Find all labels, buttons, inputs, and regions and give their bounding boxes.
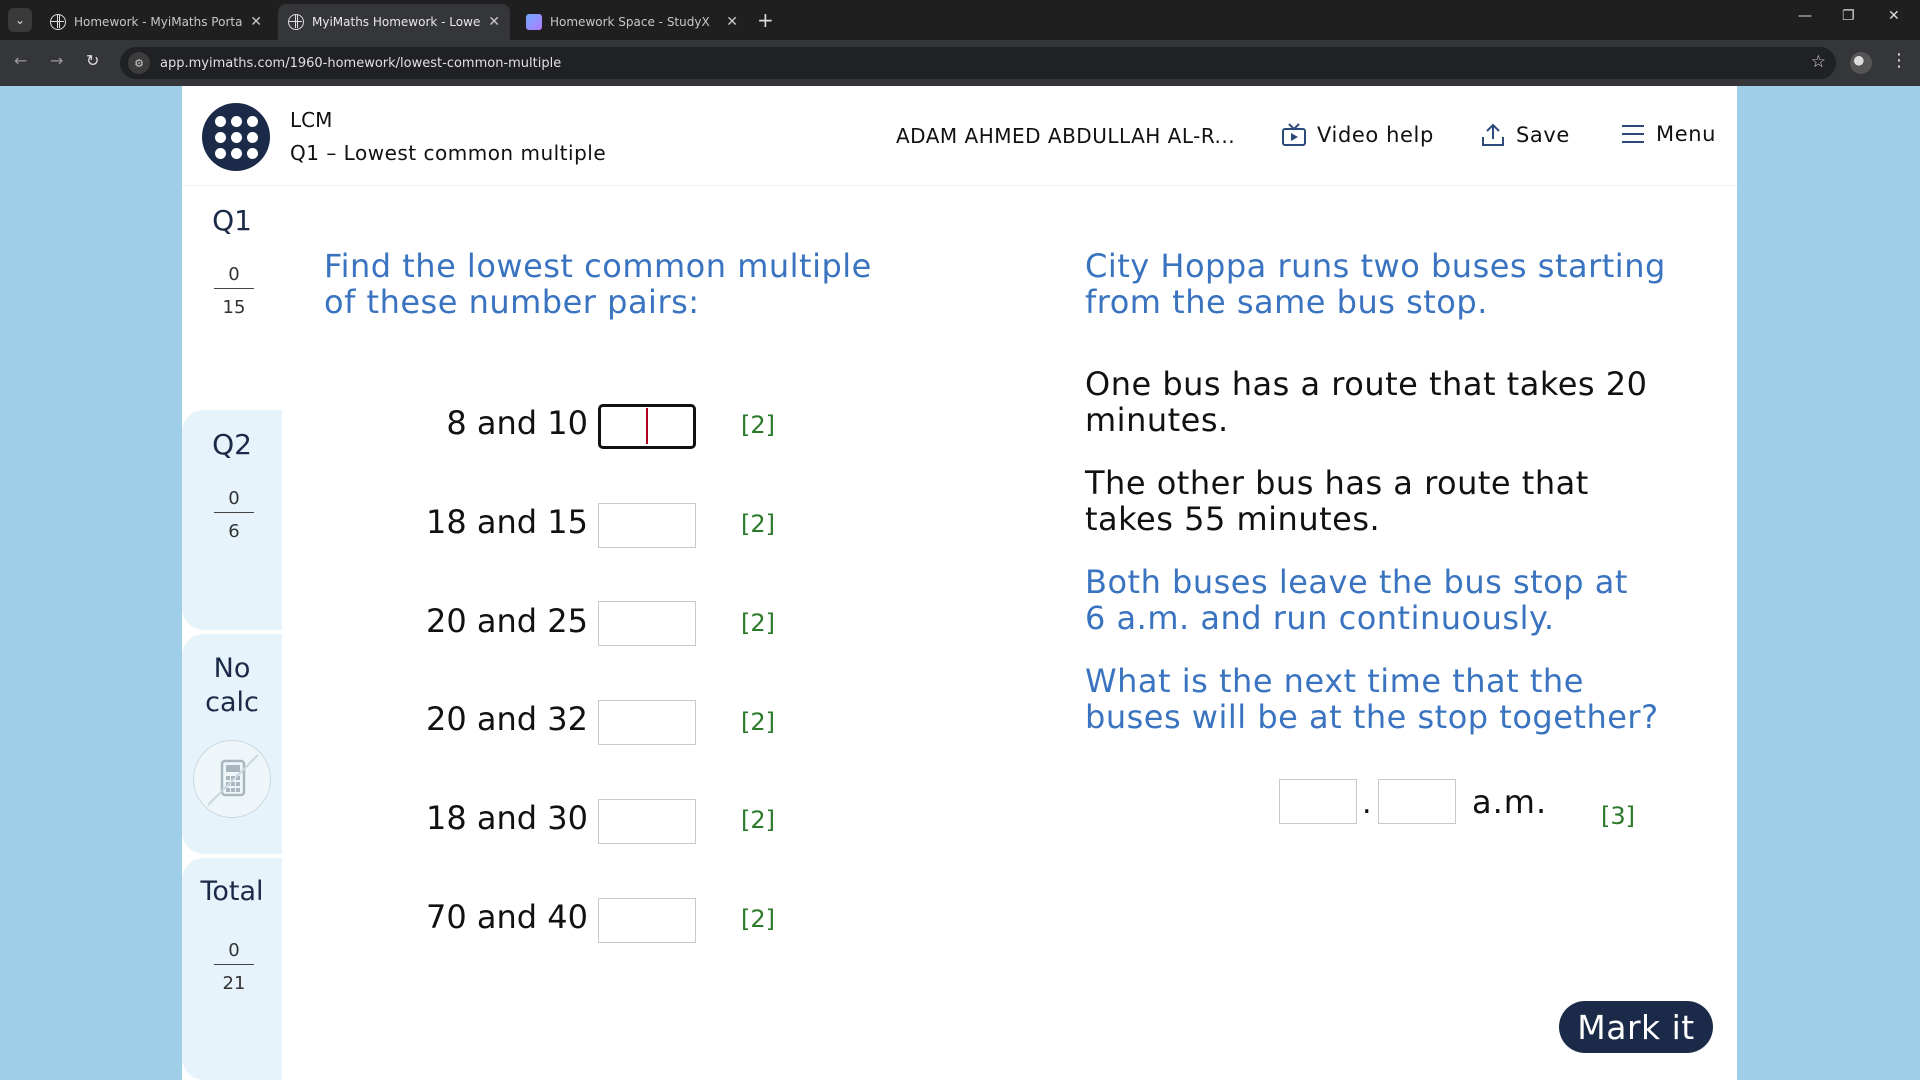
marks-label-2: [2] (741, 510, 775, 538)
topic-title: LCM (290, 108, 333, 132)
bookmark-star-icon[interactable]: ☆ (1811, 52, 1826, 72)
no-calc-label: No calc (205, 653, 259, 718)
question-title: Q1 – Lowest common multiple (290, 141, 607, 165)
user-name: ADAM AHMED ABDULLAH AL-R... (896, 124, 1236, 148)
sidebar-total-card: Total 0 21 (182, 858, 282, 1080)
close-tab-icon[interactable]: ✕ (488, 14, 500, 30)
browser-toolbar: ← → ↻ ⚙ app.myimaths.com/1960-homework/l… (0, 40, 1920, 86)
route-2-text: The other bus has a route that takes 55 … (1085, 464, 1589, 538)
marks-label-5: [2] (741, 806, 775, 834)
answer-input-2[interactable] (598, 503, 696, 548)
site-info-icon[interactable]: ⚙ (128, 52, 150, 74)
q1-score: 0 15 (214, 264, 254, 318)
answer-input-6[interactable] (598, 898, 696, 943)
sidebar-q2-label: Q2 (212, 428, 252, 461)
browser-tab-myimaths-homework[interactable]: MyiMaths Homework - Lowest ✕ (278, 4, 510, 40)
q2-question: What is the next time that the buses wil… (1085, 662, 1659, 736)
q2-score: 0 6 (214, 488, 254, 542)
close-tab-icon[interactable]: ✕ (726, 14, 738, 30)
pair-label-3: 20 and 25 (426, 602, 588, 640)
myimaths-logo[interactable] (202, 103, 270, 171)
no-calculator-card: No calc (182, 634, 282, 854)
sidebar-q1-label: Q1 (212, 204, 252, 237)
address-bar[interactable]: ⚙ app.myimaths.com/1960-homework/lowest-… (120, 47, 1836, 79)
homework-page: LCM Q1 – Lowest common multiple ADAM AHM… (182, 86, 1737, 1080)
am-suffix: a.m. (1472, 783, 1548, 821)
close-tab-icon[interactable]: ✕ (250, 14, 262, 30)
browser-menu-icon[interactable]: ⋮ (1890, 50, 1908, 71)
sidebar-q2-card[interactable]: Q2 0 6 (182, 410, 282, 630)
route-1-text: One bus has a route that takes 20 minute… (1085, 365, 1648, 439)
browser-tab-bar: ⌄ Homework - MyiMaths Portal ✕ MyiMaths … (0, 0, 1920, 40)
restore-icon[interactable]: ❐ (1842, 8, 1855, 24)
text-cursor (646, 408, 648, 444)
q2-marks-label: [3] (1601, 802, 1635, 830)
hamburger-icon (1622, 125, 1644, 143)
page-header: LCM Q1 – Lowest common multiple ADAM AHM… (182, 86, 1737, 186)
pair-label-5: 18 and 30 (426, 799, 588, 837)
video-help-button[interactable]: Video help (1281, 122, 1434, 148)
no-calculator-icon (193, 740, 271, 818)
marks-label-1: [2] (741, 411, 775, 439)
pair-label-1: 8 and 10 (446, 404, 588, 442)
close-window-icon[interactable]: ✕ (1888, 8, 1900, 24)
back-icon[interactable]: ← (14, 51, 27, 70)
marks-label-3: [2] (741, 609, 775, 637)
q1-instructions: Find the lowest common multiple of these… (324, 247, 872, 321)
pair-label-6: 70 and 40 (426, 898, 588, 936)
hour-input[interactable] (1279, 779, 1357, 824)
question-sidebar: Q1 0 15 Q2 0 6 No calc Total 0 21 (182, 186, 282, 1080)
mark-it-button[interactable]: Mark it (1559, 1001, 1713, 1053)
url-text[interactable]: app.myimaths.com/1960-homework/lowest-co… (160, 56, 561, 71)
tab-search-button[interactable]: ⌄ (8, 8, 32, 32)
answer-input-4[interactable] (598, 700, 696, 745)
menu-button[interactable]: Menu (1620, 122, 1716, 146)
marks-label-6: [2] (741, 905, 775, 933)
profile-avatar[interactable] (1850, 52, 1872, 74)
minute-input[interactable] (1378, 779, 1456, 824)
time-separator: . (1362, 786, 1372, 821)
q2-intro: City Hoppa runs two buses starting from … (1085, 247, 1666, 321)
tv-icon (1282, 123, 1306, 146)
upload-icon (1482, 123, 1504, 146)
sidebar-q1-card[interactable]: Q1 0 15 (182, 186, 282, 406)
answer-input-5[interactable] (598, 799, 696, 844)
forward-icon[interactable]: → (50, 51, 63, 70)
browser-tab-studyx[interactable]: Homework Space - StudyX ✕ (516, 4, 748, 40)
marks-label-4: [2] (741, 708, 775, 736)
departure-text: Both buses leave the bus stop at 6 a.m. … (1085, 563, 1628, 637)
browser-tab-myimaths-portal[interactable]: Homework - MyiMaths Portal ✕ (40, 4, 272, 40)
total-label: Total (200, 876, 264, 907)
save-button[interactable]: Save (1480, 122, 1570, 148)
new-tab-button[interactable]: + (757, 8, 774, 32)
answer-input-3[interactable] (598, 601, 696, 646)
total-score: 0 21 (214, 940, 254, 994)
minimize-icon[interactable]: — (1798, 8, 1812, 24)
globe-icon (288, 14, 304, 30)
globe-icon (50, 14, 66, 30)
pair-label-4: 20 and 32 (426, 700, 588, 738)
reload-icon[interactable]: ↻ (86, 51, 99, 70)
pair-label-2: 18 and 15 (426, 503, 588, 541)
studyx-icon (526, 14, 542, 30)
